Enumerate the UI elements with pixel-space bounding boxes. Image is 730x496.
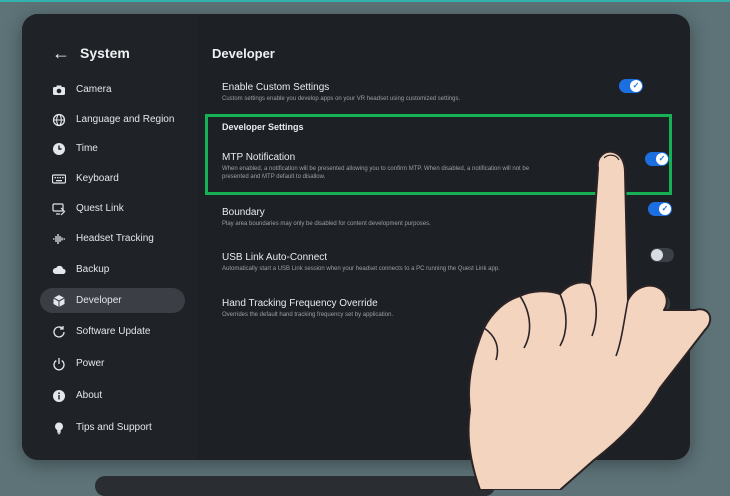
setting-title: Enable Custom Settings [222,82,330,93]
info-icon [53,389,65,402]
update-icon [53,325,65,338]
tracking-icon [53,233,65,244]
setting-description: Custom settings enable you develop apps … [222,96,461,102]
boundary-toggle[interactable]: ✓ [648,202,672,216]
sidebar-item-language[interactable]: Language and Region [40,107,185,132]
setting-usb-link[interactable]: USB Link Auto-Connect Automatically star… [222,252,662,273]
check-icon: ✓ [659,203,671,215]
setting-enable-custom[interactable]: Enable Custom Settings Custom settings e… [222,82,662,103]
sidebar-item-power[interactable]: Power [40,351,185,376]
toggle-knob [651,249,663,261]
sidebar-item-label: Tips and Support [76,422,152,433]
sidebar-item-label: Software Update [76,326,151,337]
sidebar-item-software-update[interactable]: Software Update [40,319,185,344]
power-icon [53,357,65,370]
sidebar-item-label: About [76,390,103,401]
globe-icon [52,113,66,126]
setting-boundary[interactable]: Boundary Play area boundaries may only b… [222,207,662,228]
custom-settings-toggle[interactable]: ✓ [619,79,643,93]
check-icon: ✓ [630,80,642,92]
sidebar-item-label: Keyboard [76,173,119,184]
sidebar-item-quest-link[interactable]: Quest Link [40,196,185,221]
setting-description: Overrides the default hand tracking freq… [222,312,394,318]
sidebar-title: System [80,45,130,61]
sidebar-item-label: Power [76,358,105,369]
back-arrow-icon[interactable]: ← [52,44,70,62]
setting-description: Play area boundaries may only be disable… [222,221,431,227]
camera-icon [53,85,65,95]
setting-title: USB Link Auto-Connect [222,252,328,263]
chevron-down-icon[interactable]: ⌄ [646,292,670,316]
page-title: Developer [212,46,275,61]
highlight-box [205,114,672,195]
setting-title: Hand Tracking Frequency Override [222,298,378,309]
sidebar-item-camera[interactable]: Camera [40,77,185,102]
sidebar-item-label: Headset Tracking [76,233,154,244]
sidebar-item-label: Developer [76,295,122,306]
settings-window: ← System Camera Language and Region Time… [22,14,690,460]
sidebar-item-label: Quest Link [76,203,124,214]
cloud-icon [52,265,66,274]
sidebar-item-label: Language and Region [76,114,175,125]
sidebar-item-label: Backup [76,264,110,275]
main-content: Developer Enable Custom Settings Custom … [212,14,690,460]
keyboard-icon [52,173,66,184]
sidebar-item-about[interactable]: About [40,383,185,408]
sidebar-item-backup[interactable]: Backup [40,257,185,282]
usb-link-toggle[interactable] [650,248,674,262]
setting-hand-tracking[interactable]: Hand Tracking Frequency Override Overrid… [222,298,662,319]
cube-icon [53,294,65,307]
sidebar-item-time[interactable]: Time [40,136,185,161]
top-accent-line [0,0,730,2]
bottom-panel [95,476,495,496]
setting-title: Boundary [222,207,265,218]
lightbulb-icon [55,422,63,434]
setting-description: Automatically start a USB Link session w… [222,266,500,272]
sidebar-item-developer[interactable]: Developer [40,288,185,313]
sidebar-item-label: Camera [76,84,112,95]
back-button[interactable]: ← System [52,44,130,62]
sidebar-item-keyboard[interactable]: Keyboard [40,166,185,191]
sidebar-item-label: Time [76,143,98,154]
sidebar: ← System Camera Language and Region Time… [22,14,197,460]
sidebar-item-headset-tracking[interactable]: Headset Tracking [40,226,185,251]
link-icon [52,202,66,215]
sidebar-item-tips[interactable]: Tips and Support [40,415,185,440]
clock-icon [53,142,65,155]
